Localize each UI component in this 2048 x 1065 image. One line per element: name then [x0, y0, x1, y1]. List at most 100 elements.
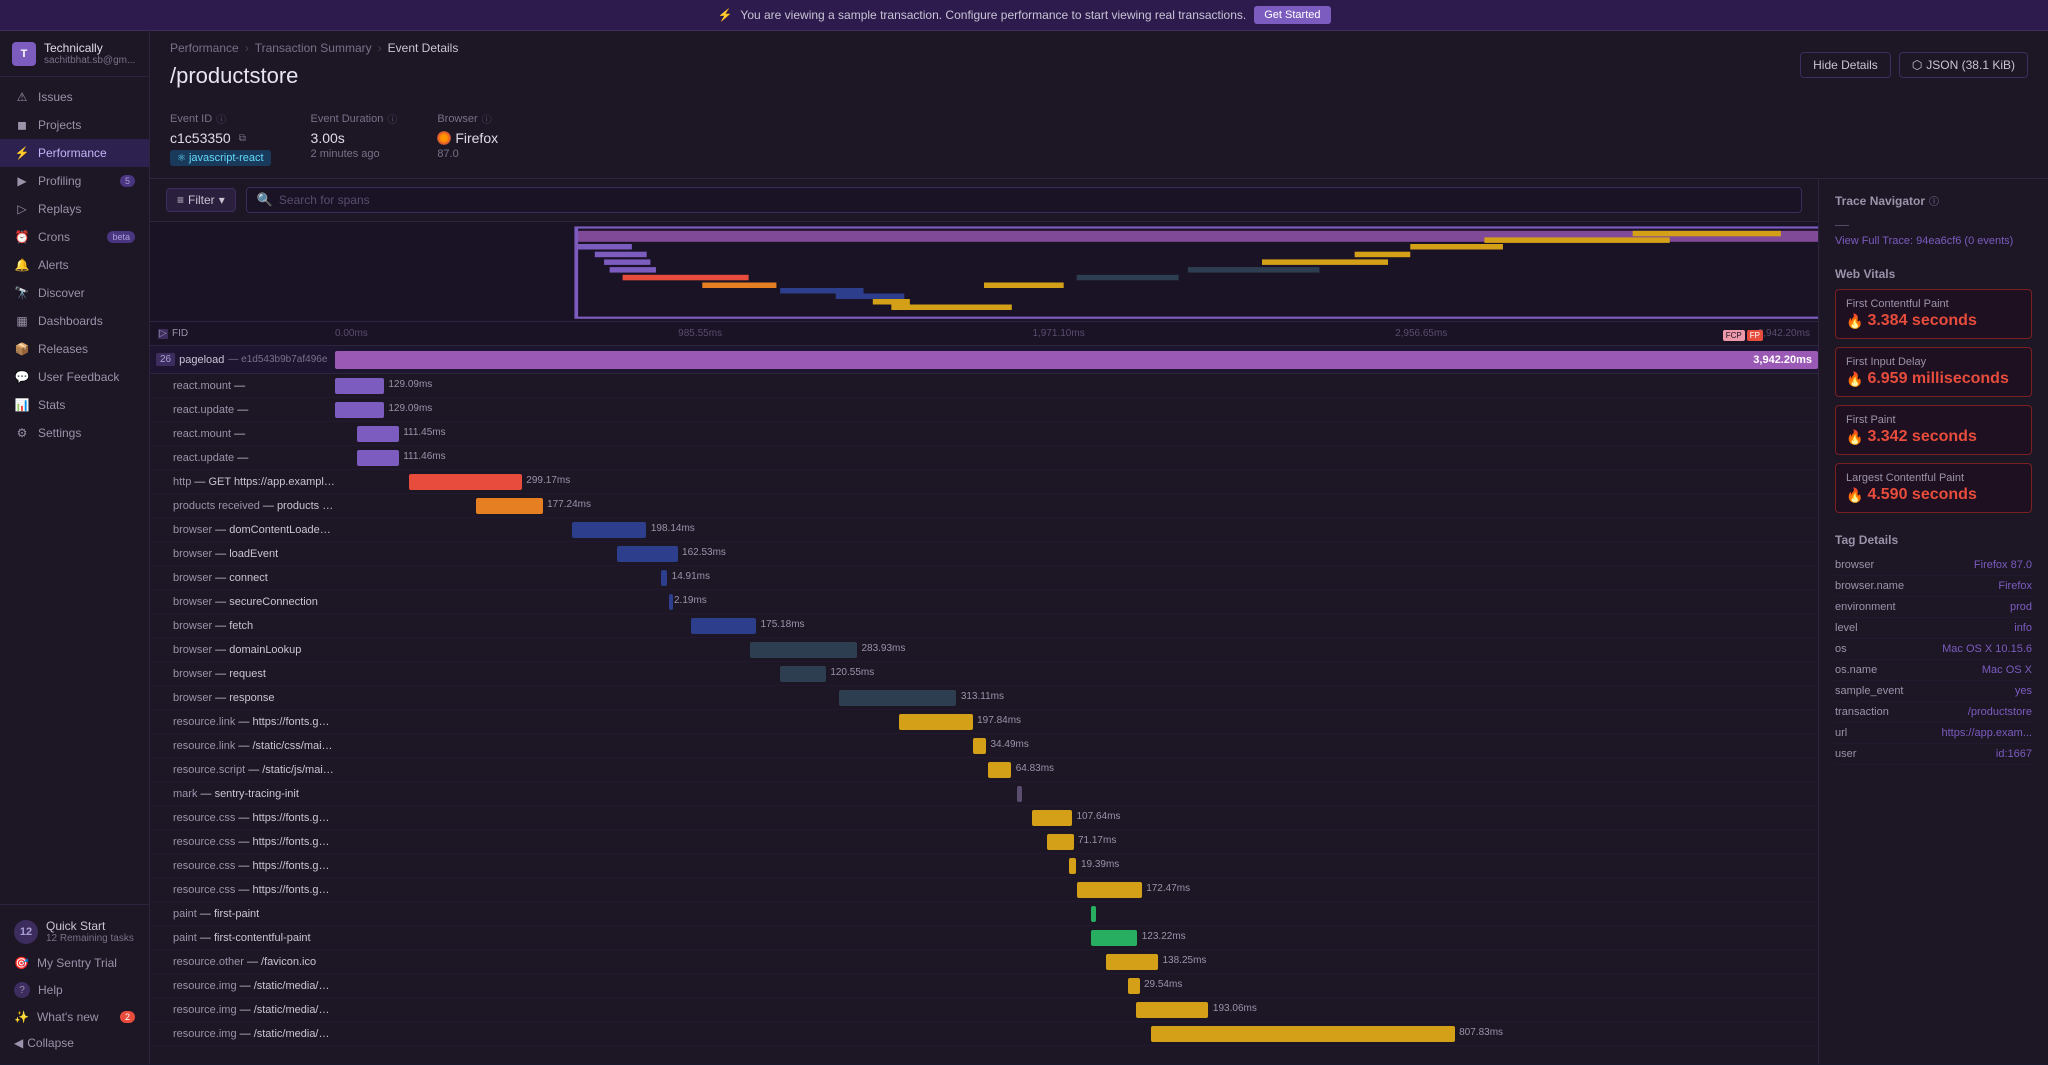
breadcrumb-performance[interactable]: Performance: [170, 41, 239, 55]
span-row[interactable]: react.update — 129.09ms: [150, 398, 1818, 422]
span-row[interactable]: resource.css — https://fonts.gstatic.com…: [150, 830, 1818, 854]
tag-value[interactable]: Mac OS X: [1982, 664, 2032, 676]
help-item[interactable]: ? Help: [0, 976, 149, 1004]
tag-value[interactable]: Firefox: [1998, 580, 2032, 592]
span-name: resource.img — /static/media/hammer.9b81…: [173, 1028, 335, 1040]
span-row[interactable]: browser — secureConnection2.19ms: [150, 590, 1818, 614]
span-row[interactable]: resource.css — https://fonts.gstatic.com…: [150, 854, 1818, 878]
span-bar: [1032, 810, 1072, 826]
sidebar-item-projects[interactable]: ◼ Projects: [0, 111, 149, 139]
collapse-label: Collapse: [27, 1036, 74, 1050]
my-sentry-trial-item[interactable]: 🎯 My Sentry Trial: [0, 950, 149, 976]
span-row[interactable]: resource.script — /static/js/main.b79da8…: [150, 758, 1818, 782]
sidebar-item-alerts[interactable]: 🔔 Alerts: [0, 251, 149, 279]
span-row[interactable]: browser — connect14.91ms: [150, 566, 1818, 590]
sidebar-item-issues[interactable]: ⚠ Issues: [0, 83, 149, 111]
span-row[interactable]: resource.img — /static/media/hammer.9b81…: [150, 1022, 1818, 1046]
span-row[interactable]: react.update — 111.46ms: [150, 446, 1818, 470]
span-row[interactable]: http — GET https://app.example.com/produ…: [150, 470, 1818, 494]
span-row[interactable]: resource.css — https://fonts.gstatic.com…: [150, 878, 1818, 902]
crons-badge: beta: [107, 231, 135, 243]
span-row[interactable]: resource.link — https://fonts.googleapis…: [150, 710, 1818, 734]
search-spans-container[interactable]: 🔍: [246, 187, 1802, 213]
tag-value[interactable]: /productstore: [1968, 706, 2032, 718]
span-row[interactable]: browser — response313.11ms: [150, 686, 1818, 710]
span-row[interactable]: products received — products were receiv…: [150, 494, 1818, 518]
sidebar-item-discover[interactable]: 🔭 Discover: [0, 279, 149, 307]
sidebar-item-crons[interactable]: ⏰ Crons beta: [0, 223, 149, 251]
org-header[interactable]: T Technically sachitbhat.sb@gm...: [0, 31, 149, 77]
span-name: paint — first-contentful-paint: [173, 932, 335, 944]
span-left: paint — first-contentful-paint: [150, 932, 335, 944]
span-duration: 111.46ms: [403, 451, 445, 462]
search-spans-input[interactable]: [279, 193, 1791, 207]
tag-key: url: [1835, 727, 1847, 739]
tag-value[interactable]: prod: [2010, 601, 2032, 613]
whats-new-item[interactable]: ✨ What's new 2: [0, 1004, 149, 1030]
span-row[interactable]: resource.other — /favicon.ico138.25ms: [150, 950, 1818, 974]
releases-icon: 📦: [14, 342, 30, 356]
view-full-trace-link[interactable]: View Full Trace: 94ea6cf6 (0 events): [1835, 235, 2013, 247]
sidebar-item-user-feedback[interactable]: 💬 User Feedback: [0, 363, 149, 391]
profiling-badge: 5: [120, 175, 135, 187]
span-bar: [1017, 786, 1021, 802]
tag-row: url https://app.exam...: [1835, 723, 2032, 744]
span-row[interactable]: browser — domainLookup283.93ms: [150, 638, 1818, 662]
span-row[interactable]: mark — sentry-tracing-init: [150, 782, 1818, 806]
event-duration-group: Event Duration ⓘ 3.00s 2 minutes ago: [311, 111, 398, 166]
get-started-button[interactable]: Get Started: [1254, 6, 1330, 24]
span-row[interactable]: browser — domContentLoadedEvent198.14ms: [150, 518, 1818, 542]
span-row[interactable]: paint — first-paint: [150, 902, 1818, 926]
tag-value[interactable]: Mac OS X 10.15.6: [1942, 643, 2032, 655]
span-bar: [357, 450, 399, 466]
hide-details-button[interactable]: Hide Details: [1800, 52, 1891, 78]
span-row[interactable]: resource.img — /static/media/nails.2e619…: [150, 998, 1818, 1022]
tag-row: level info: [1835, 618, 2032, 639]
trace-area: ≡ Filter ▾ 🔍: [150, 179, 1818, 1064]
tag-key: user: [1835, 748, 1856, 760]
span-row[interactable]: browser — loadEvent162.53ms: [150, 542, 1818, 566]
right-panel: Trace Navigator ⓘ — View Full Trace: 94e…: [1818, 179, 2048, 1064]
span-row[interactable]: resource.css — https://fonts.gstatic.com…: [150, 806, 1818, 830]
span-name: products received — products were receiv…: [173, 500, 335, 512]
span-row[interactable]: react.mount — 111.45ms: [150, 422, 1818, 446]
filter-button[interactable]: ≡ Filter ▾: [166, 188, 236, 212]
sidebar-item-settings[interactable]: ⚙ Settings: [0, 419, 149, 447]
tag-value[interactable]: yes: [2015, 685, 2032, 697]
span-duration: 129.09ms: [388, 379, 432, 390]
span-row[interactable]: resource.link — /static/css/main.3f79bcb…: [150, 734, 1818, 758]
copy-event-id-button[interactable]: ⧉: [239, 133, 246, 144]
span-left: browser — domainLookup: [150, 644, 335, 656]
span-row[interactable]: react.mount — 129.09ms: [150, 374, 1818, 398]
collapse-button[interactable]: ◀ Collapse: [0, 1030, 149, 1056]
sidebar-nav: ⚠ Issues ◼ Projects ⚡ Performance ▶ Prof…: [0, 77, 149, 904]
tag-value[interactable]: id:1667: [1996, 748, 2032, 760]
span-name: react.mount —: [173, 380, 335, 392]
org-email: sachitbhat.sb@gm...: [44, 55, 135, 66]
span-row[interactable]: paint — first-contentful-paint123.22ms: [150, 926, 1818, 950]
tag-value[interactable]: Firefox 87.0: [1974, 559, 2032, 571]
quick-start-item[interactable]: 12 Quick Start 12 Remaining tasks: [0, 913, 149, 950]
span-row[interactable]: browser — fetch175.18ms: [150, 614, 1818, 638]
tag-key: level: [1835, 622, 1858, 634]
breadcrumb-transaction-summary[interactable]: Transaction Summary: [255, 41, 372, 55]
tag-value[interactable]: info: [2014, 622, 2032, 634]
sidebar-item-releases[interactable]: 📦 Releases: [0, 335, 149, 363]
span-left: resource.link — https://fonts.googleapis…: [150, 716, 335, 728]
sidebar-item-dashboards[interactable]: ▦ Dashboards: [0, 307, 149, 335]
vital-fid-card: First Input Delay 🔥 6.959 milliseconds: [1835, 347, 2032, 397]
user-feedback-icon: 💬: [14, 370, 30, 384]
span-bar-container: 807.83ms: [335, 1022, 1818, 1045]
span-row[interactable]: browser — request120.55ms: [150, 662, 1818, 686]
json-button[interactable]: ⬡ JSON (38.1 KiB): [1899, 52, 2028, 78]
tag-row: os.nameMac OS X: [1835, 660, 2032, 681]
span-row[interactable]: resource.img — /static/media/wrench.037t…: [150, 974, 1818, 998]
help-label: Help: [38, 983, 63, 997]
sidebar-item-performance[interactable]: ⚡ Performance: [0, 139, 149, 167]
span-duration: 175.18ms: [761, 619, 805, 630]
vital-fcp-card: First Contentful Paint 🔥 3.384 seconds: [1835, 289, 2032, 339]
sidebar-item-stats[interactable]: 📊 Stats: [0, 391, 149, 419]
sidebar-item-profiling[interactable]: ▶ Profiling 5: [0, 167, 149, 195]
tag-value[interactable]: https://app.exam...: [1942, 727, 2033, 739]
sidebar-item-replays[interactable]: ▷ Replays: [0, 195, 149, 223]
